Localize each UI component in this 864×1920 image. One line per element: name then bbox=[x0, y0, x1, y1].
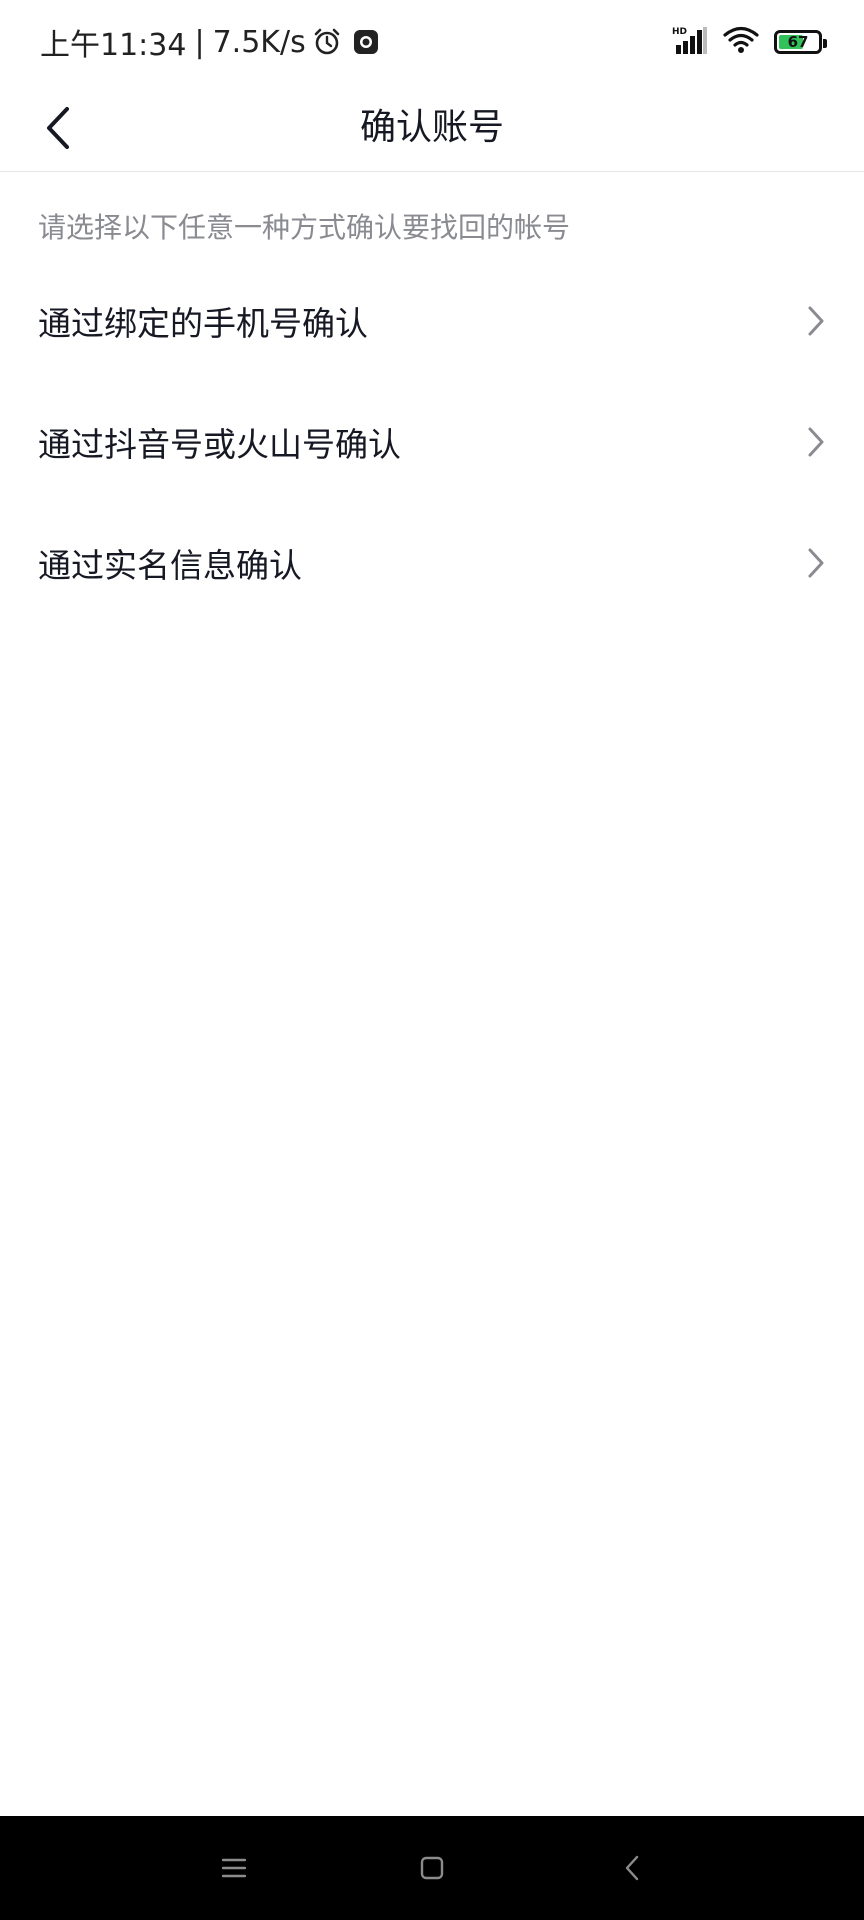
page-title: 确认账号 bbox=[359, 107, 504, 148]
status-time: 上午11:34 bbox=[40, 28, 187, 63]
menu-icon bbox=[221, 1858, 247, 1878]
back-button[interactable] bbox=[28, 98, 88, 158]
option-douyin-id-verify[interactable]: 通过抖音号或火山号确认 bbox=[0, 381, 864, 502]
menu-button[interactable] bbox=[212, 1846, 256, 1890]
option-label: 通过实名信息确认 bbox=[38, 545, 302, 585]
nav-bar: 确认账号 bbox=[0, 84, 864, 172]
signal-hd-badge: HD bbox=[672, 27, 687, 37]
chevron-right-icon bbox=[802, 545, 830, 581]
system-nav-bar bbox=[0, 1816, 864, 1920]
chevron-right-icon bbox=[802, 303, 830, 339]
back-icon bbox=[625, 1855, 639, 1881]
verification-option-list: 通过绑定的手机号确认 通过抖音号或火山号确认 通过实名信息确认 bbox=[0, 260, 864, 623]
status-separator: | bbox=[194, 24, 205, 60]
status-bar: 上午11:34 | 7.5K/s HD 67 bbox=[0, 0, 864, 84]
status-left: 上午11:34 | 7.5K/s bbox=[40, 20, 380, 64]
screen-record-icon bbox=[352, 28, 380, 56]
chevron-left-icon bbox=[47, 107, 69, 149]
instruction-hint: 请选择以下任意一种方式确认要找回的帐号 bbox=[38, 211, 571, 244]
chevron-right-icon bbox=[802, 424, 830, 460]
status-net-speed: 7.5K/s bbox=[212, 24, 306, 60]
signal-icon: HD bbox=[672, 25, 708, 59]
option-realname-verify[interactable]: 通过实名信息确认 bbox=[0, 502, 864, 623]
alarm-icon bbox=[312, 27, 342, 57]
option-label: 通过抖音号或火山号确认 bbox=[38, 424, 401, 464]
battery-level: 67 bbox=[787, 33, 809, 51]
home-button[interactable] bbox=[410, 1846, 454, 1890]
option-phone-verify[interactable]: 通过绑定的手机号确认 bbox=[0, 260, 864, 381]
status-right: HD 67 bbox=[672, 22, 827, 62]
wifi-icon bbox=[722, 25, 760, 59]
battery-icon: 67 bbox=[774, 30, 827, 54]
home-icon bbox=[420, 1856, 444, 1880]
option-label: 通过绑定的手机号确认 bbox=[38, 303, 368, 343]
system-back-button[interactable] bbox=[610, 1846, 654, 1890]
